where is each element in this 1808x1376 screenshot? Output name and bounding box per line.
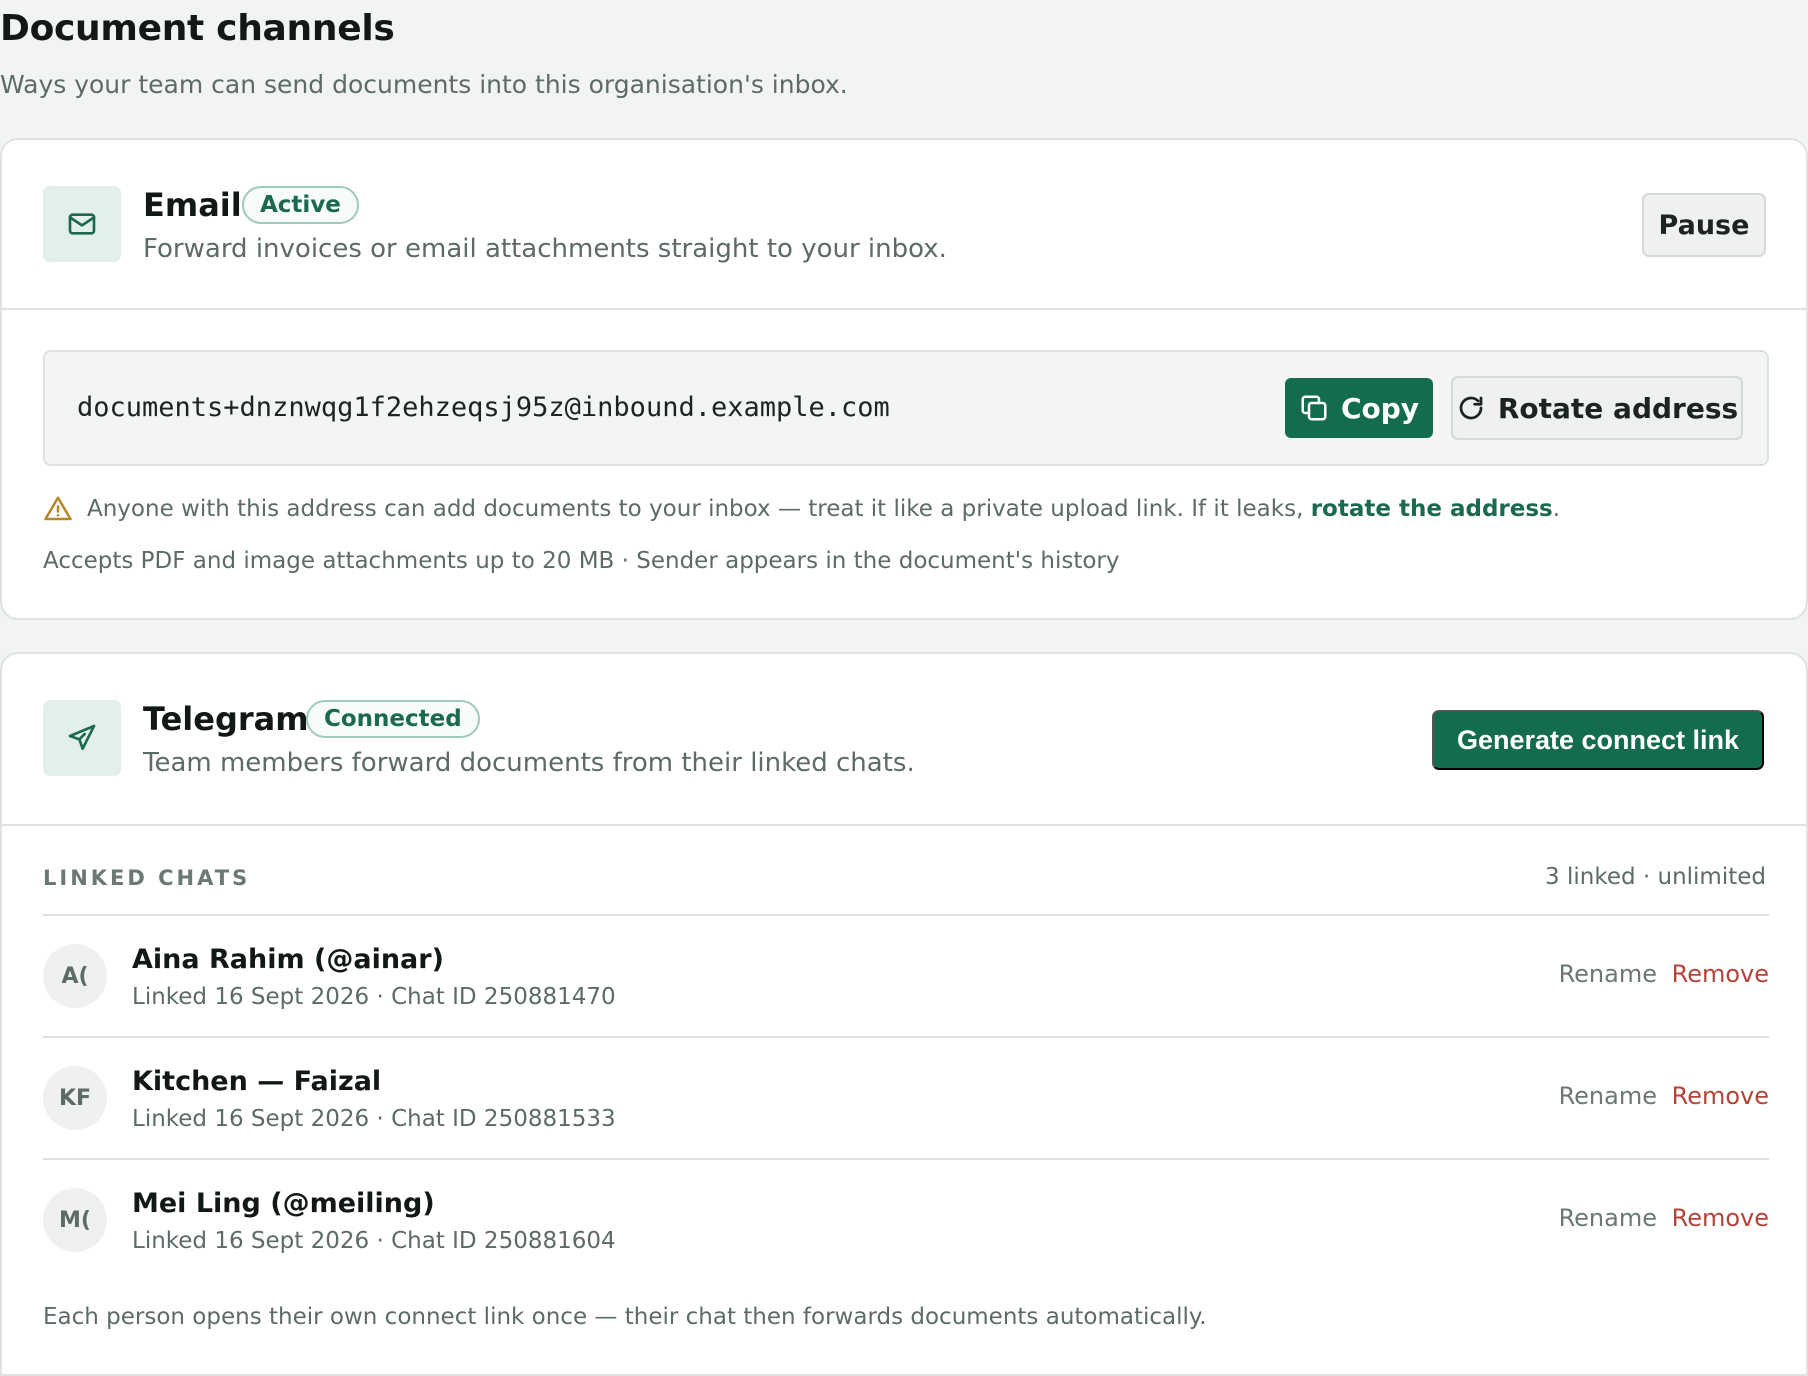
warning-end: . <box>1552 496 1561 522</box>
pause-button[interactable]: Pause <box>1642 193 1766 257</box>
remove-button[interactable]: Remove <box>1672 1204 1769 1232</box>
list-item: M( Mei Ling (@meiling) Linked 16 Sept 20… <box>43 1158 1769 1280</box>
list-item: A( Aina Rahim (@ainar) Linked 16 Sept 20… <box>43 914 1769 1036</box>
list-item: KF Kitchen — Faizal Linked 16 Sept 2026 … <box>43 1036 1769 1158</box>
chat-name: Mei Ling (@meiling) <box>132 1188 435 1219</box>
remove-button[interactable]: Remove <box>1672 960 1769 988</box>
remove-button[interactable]: Remove <box>1672 1082 1769 1110</box>
email-status-badge: Active <box>242 186 359 224</box>
copy-button[interactable]: Copy <box>1285 378 1433 438</box>
rename-button[interactable]: Rename <box>1559 960 1657 988</box>
linked-chats-heading: LINKED CHATS <box>43 866 251 890</box>
email-channel-description: Forward invoices or email attachments st… <box>143 234 947 264</box>
email-channel-card: Email Active Forward invoices or email a… <box>0 138 1808 620</box>
address-warning: Anyone with this address can add documen… <box>43 492 1560 526</box>
avatar: A( <box>43 944 107 1008</box>
refresh-icon <box>1459 396 1483 420</box>
email-card-header: Email Active Forward invoices or email a… <box>2 140 1806 310</box>
telegram-channel-name: Telegram <box>143 700 309 738</box>
rotate-address-label: Rotate address <box>1497 391 1739 425</box>
chat-meta: Linked 16 Sept 2026 · Chat ID 250881533 <box>132 1106 616 1132</box>
email-channel-name: Email <box>143 186 242 224</box>
page-subtitle: Ways your team can send documents into t… <box>0 70 848 99</box>
generate-connect-link-button[interactable]: Generate connect link <box>1432 710 1764 770</box>
chat-name: Aina Rahim (@ainar) <box>132 944 444 975</box>
avatar: M( <box>43 1188 107 1252</box>
send-icon <box>43 700 121 776</box>
inbound-address-box: documents+dnznwqg1f2ehzeqsj95z@inbound.e… <box>43 350 1769 466</box>
telegram-status-badge: Connected <box>306 700 480 738</box>
rename-button[interactable]: Rename <box>1559 1204 1657 1232</box>
inbound-email-address: documents+dnznwqg1f2ehzeqsj95z@inbound.e… <box>77 392 890 423</box>
page-title: Document channels <box>0 8 395 49</box>
rotate-address-button[interactable]: Rotate address <box>1451 376 1743 440</box>
telegram-channel-description: Team members forward documents from thei… <box>143 748 915 778</box>
chat-meta: Linked 16 Sept 2026 · Chat ID 250881604 <box>132 1228 616 1254</box>
copy-icon <box>1301 395 1327 421</box>
telegram-channel-card: Telegram Connected Team members forward … <box>0 652 1808 1376</box>
accepts-note: Accepts PDF and image attachments up to … <box>43 548 1120 574</box>
rotate-address-link[interactable]: rotate the address <box>1311 496 1553 522</box>
mail-icon <box>43 186 121 262</box>
linked-chats-list: A( Aina Rahim (@ainar) Linked 16 Sept 20… <box>43 914 1769 1280</box>
chat-meta: Linked 16 Sept 2026 · Chat ID 250881470 <box>132 984 616 1010</box>
chat-name: Kitchen — Faizal <box>132 1066 382 1097</box>
avatar: KF <box>43 1066 107 1130</box>
linked-chats-count: 3 linked · unlimited <box>1545 864 1766 890</box>
telegram-card-header: Telegram Connected Team members forward … <box>2 654 1806 826</box>
copy-button-label: Copy <box>1340 391 1420 425</box>
warning-text: Anyone with this address can add documen… <box>87 496 1311 522</box>
warning-icon <box>44 496 72 521</box>
connect-link-footnote: Each person opens their own connect link… <box>43 1304 1207 1330</box>
rename-button[interactable]: Rename <box>1559 1082 1657 1110</box>
